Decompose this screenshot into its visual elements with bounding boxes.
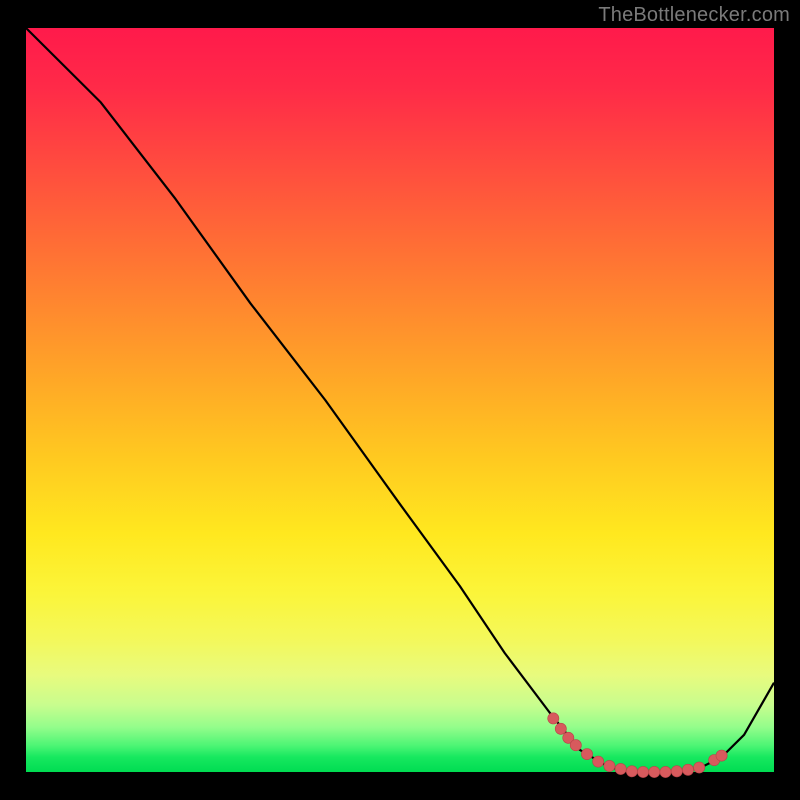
marker-dot [626, 766, 637, 777]
marker-dot [548, 713, 559, 724]
series-line [26, 28, 774, 772]
marker-dot [604, 760, 615, 771]
chart-svg [26, 28, 774, 772]
marker-dot [581, 749, 592, 760]
marker-dot [570, 740, 581, 751]
marker-dot [555, 723, 566, 734]
attribution-label: TheBottlenecker.com [598, 4, 790, 27]
marker-dot [649, 766, 660, 777]
marker-dot [682, 764, 693, 775]
plot-area [26, 28, 774, 772]
marker-dot [660, 766, 671, 777]
marker-dot [638, 766, 649, 777]
chart-frame: TheBottlenecker.com [0, 0, 800, 800]
marker-dot [694, 762, 705, 773]
marker-dot [593, 756, 604, 767]
marker-dot [716, 750, 727, 761]
marker-dot [615, 763, 626, 774]
marker-dot [671, 766, 682, 777]
marker-group [548, 713, 728, 778]
